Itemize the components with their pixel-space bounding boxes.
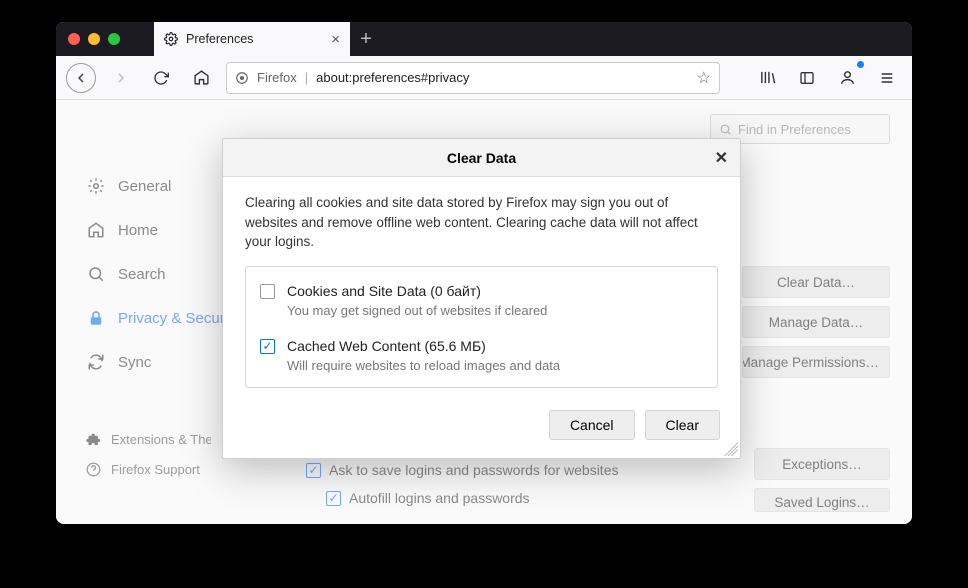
option-sublabel: Will require websites to reload images a… [287,358,560,373]
gear-icon [164,32,178,46]
content-area: Find in Preferences General Home Search … [56,100,912,524]
bookmark-star-icon[interactable]: ☆ [697,68,711,88]
url-bar[interactable]: Firefox | about:preferences#privacy ☆ [226,62,720,94]
option-sublabel: You may get signed out of websites if cl… [287,303,547,318]
browser-window: Preferences × + Firefox | about:preferen… [56,22,912,524]
clear-data-dialog: Clear Data ✕ Clearing all cookies and si… [222,138,741,459]
checkbox-icon[interactable] [260,284,275,299]
dialog-close-button[interactable]: ✕ [715,148,728,168]
url-sep: | [305,70,308,85]
library-button[interactable] [752,63,782,93]
close-window-button[interactable] [68,33,80,45]
tab-close-button[interactable]: × [331,31,340,48]
dialog-description: Clearing all cookies and site data store… [245,193,718,252]
toolbar: Firefox | about:preferences#privacy ☆ [56,56,912,100]
minimize-window-button[interactable] [88,33,100,45]
back-button[interactable] [66,63,96,93]
cancel-button[interactable]: Cancel [549,410,635,440]
option-label: Cookies and Site Data (0 байт) [287,283,547,299]
resize-handle[interactable] [724,442,738,456]
option-cache[interactable]: Cached Web Content (65.6 МБ) Will requir… [260,330,703,379]
dialog-titlebar: Clear Data ✕ [223,139,740,177]
url-address: about:preferences#privacy [316,70,469,85]
url-label: Firefox [257,70,297,85]
dialog-body: Clearing all cookies and site data store… [223,177,740,406]
app-menu-button[interactable] [872,63,902,93]
tab-preferences[interactable]: Preferences × [154,22,350,56]
window-controls [56,33,154,45]
account-button[interactable] [832,63,862,93]
forward-button[interactable] [106,63,136,93]
dialog-title: Clear Data [447,150,516,166]
reload-button[interactable] [146,63,176,93]
checkbox-icon[interactable] [260,339,275,354]
titlebar: Preferences × + [56,22,912,56]
firefox-icon [235,71,249,85]
tab-title: Preferences [186,32,253,46]
clear-button[interactable]: Clear [645,410,720,440]
dialog-options: Cookies and Site Data (0 байт) You may g… [245,266,718,388]
sidebar-toggle-button[interactable] [792,63,822,93]
new-tab-button[interactable]: + [350,22,382,56]
maximize-window-button[interactable] [108,33,120,45]
option-cookies[interactable]: Cookies and Site Data (0 байт) You may g… [260,275,703,330]
home-button[interactable] [186,63,216,93]
option-label: Cached Web Content (65.6 МБ) [287,338,560,354]
dialog-actions: Cancel Clear [223,406,740,458]
